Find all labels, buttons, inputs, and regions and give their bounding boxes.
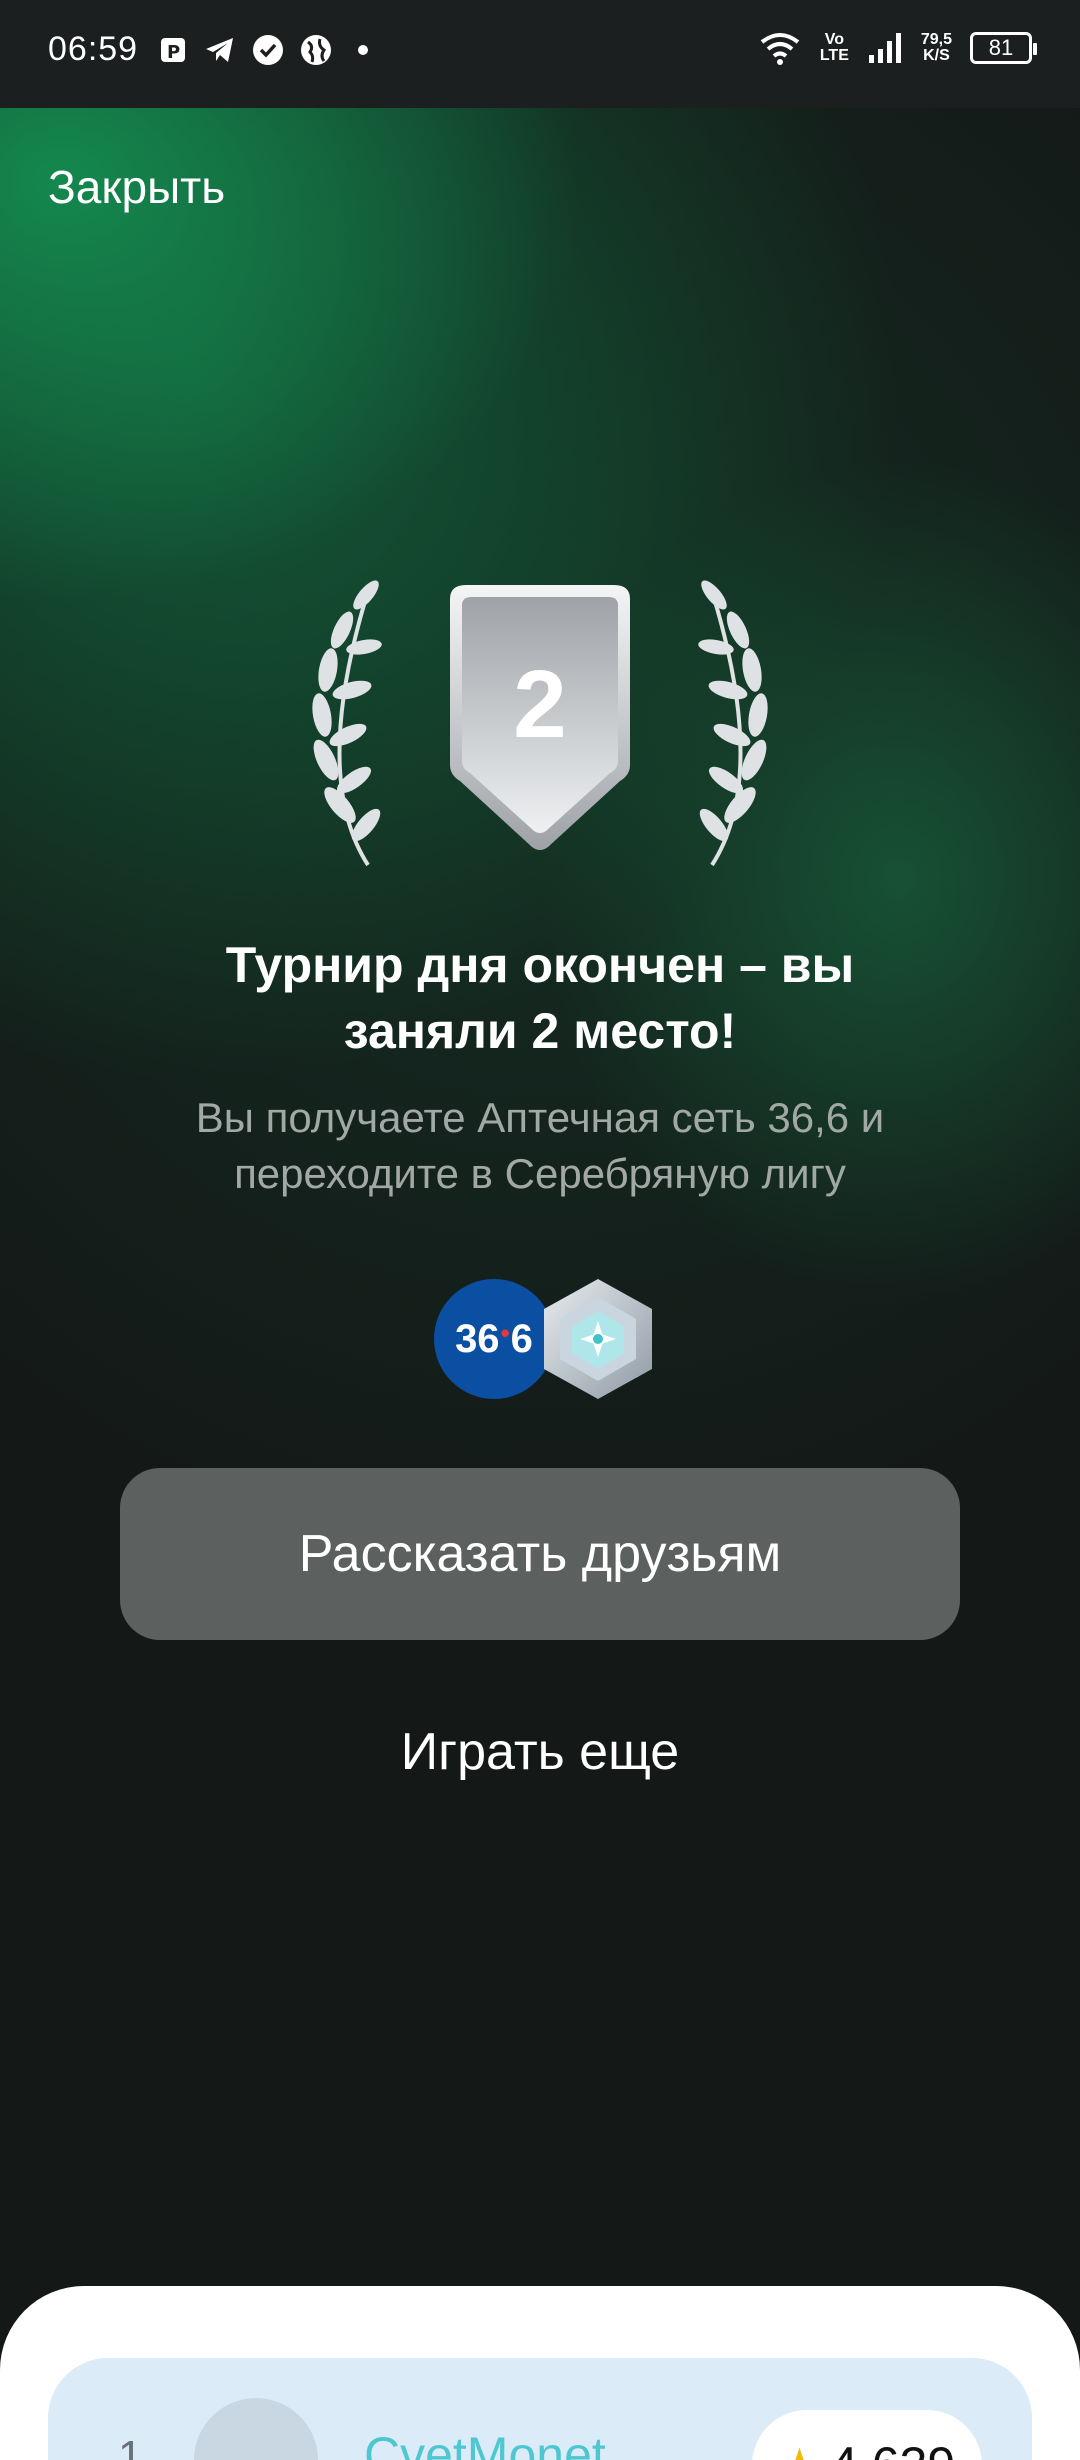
place-badge-icon: 2 <box>312 580 768 867</box>
check-circle-icon <box>253 35 283 65</box>
share-with-friends-button[interactable]: Рассказать друзьям <box>120 1468 960 1640</box>
network-speed: 79,5 K/S <box>921 32 952 64</box>
pharmacy-logo-dot: • <box>500 1317 510 1348</box>
leaderboard-row[interactable]: 1 CvetMonet ★ 4 639 <box>48 2358 1032 2460</box>
telegram-icon <box>206 38 233 62</box>
volte-bottom-text: LTE <box>819 47 849 64</box>
laurel-right-icon <box>698 580 768 867</box>
result-subtitle-line1: Вы получаете Аптечная сеть 36,6 и <box>195 1094 885 1141</box>
score-badge: ★ 4 639 <box>752 2410 982 2460</box>
speed-value: 79,5 <box>920 31 952 48</box>
leaderboard-sheet[interactable]: 1 CvetMonet ★ 4 639 <box>0 2286 1080 2460</box>
notification-icons: P <box>158 34 378 66</box>
avatar <box>194 2398 318 2460</box>
volte-top-text: Vo <box>824 31 844 48</box>
result-title: Турнир дня окончен – вы заняли 2 место! <box>0 932 1080 1064</box>
screen: 06:59 P Vo LTE 79,5 K/S 81 Закрыть 2 Тур… <box>0 0 1080 2460</box>
status-bar: 06:59 P Vo LTE 79,5 K/S 81 <box>0 0 1080 108</box>
speed-unit: K/S <box>923 47 950 64</box>
parking-app-icon: P <box>161 38 185 63</box>
globe-app-icon <box>301 35 331 65</box>
status-time: 06:59 <box>48 30 139 68</box>
signal-icon <box>868 33 901 63</box>
result-title-line2: заняли 2 место! <box>343 1003 737 1059</box>
more-notifications-dot-icon <box>358 45 368 55</box>
result-subtitle: Вы получаете Аптечная сеть 36,6 и перехо… <box>0 1090 1080 1202</box>
battery-level: 81 <box>988 35 1014 60</box>
leaderboard-rank: 1 <box>118 2432 143 2460</box>
place-number: 2 <box>513 651 566 758</box>
pharmacy-logo-right: 6 <box>510 1316 533 1361</box>
pharmacy-logo-left: 36 <box>455 1316 500 1361</box>
star-icon: ★ <box>779 2438 820 2460</box>
close-button[interactable]: Закрыть <box>48 160 225 214</box>
play-again-button[interactable]: Играть еще <box>0 1722 1080 1782</box>
rewards-group: 36 • 6 <box>430 1275 660 1400</box>
svg-text:P: P <box>167 42 180 63</box>
volte-indicator: Vo LTE <box>820 32 849 64</box>
silver-league-icon <box>544 1279 652 1399</box>
score-value: 4 639 <box>830 2436 955 2460</box>
result-subtitle-line2: переходите в Серебряную лигу <box>234 1150 846 1197</box>
system-icons: Vo LTE 79,5 K/S 81 <box>758 30 1037 66</box>
result-title-line1: Турнир дня окончен – вы <box>225 937 855 993</box>
wifi-icon <box>760 33 800 65</box>
player-name: CvetMonet <box>364 2427 606 2460</box>
laurel-left-icon <box>312 580 382 867</box>
battery-icon: 81 <box>970 32 1037 64</box>
